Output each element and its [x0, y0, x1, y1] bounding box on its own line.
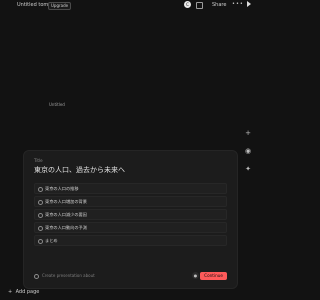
presentation-title-input[interactable]: 東京の人口、過去から未来へ	[34, 165, 227, 175]
share-button[interactable]: Share	[212, 2, 226, 8]
bullet-icon	[38, 213, 43, 218]
bullet-icon	[38, 200, 43, 205]
bullet-icon	[38, 187, 43, 192]
outline-item-label: 東京の人口増加の背景	[45, 199, 87, 204]
microphone-icon[interactable]: ●	[192, 272, 199, 279]
document-title[interactable]: Untitled tome	[17, 2, 51, 8]
right-toolbar: + ◉ ✦	[243, 128, 253, 182]
theme-icon[interactable]: ◉	[243, 146, 253, 156]
bullet-icon	[38, 226, 43, 231]
add-page-label: Add page	[15, 289, 40, 295]
panel-content: Title 東京の人口、過去から未来へ 東京の人口の推移 東京の人口増加の背景 …	[34, 158, 227, 248]
continue-button[interactable]: Continue	[200, 272, 227, 280]
prompt-row: Create presentation about ● Continue	[34, 272, 227, 281]
upgrade-badge[interactable]: Upgrade	[48, 2, 72, 10]
plus-icon: +	[8, 289, 13, 295]
sparkle-icon[interactable]: ✦	[243, 164, 253, 174]
prompt-bullet-icon	[34, 274, 39, 279]
more-options-icon[interactable]: •••	[232, 1, 244, 7]
outline-item-label: 東京の人口動向の予測	[45, 225, 87, 230]
outline-item[interactable]: 東京の人口の推移	[34, 183, 227, 194]
outline-item-label: 東京の人口の推移	[45, 186, 79, 191]
title-label: Title	[34, 158, 43, 163]
generate-panel: Title 東京の人口、過去から未来へ 東京の人口の推移 東京の人口増加の背景 …	[23, 150, 238, 289]
add-icon[interactable]: +	[243, 128, 253, 138]
profile-icon[interactable]: C	[184, 1, 191, 8]
outline-item-label: 東京の人口減少の要因	[45, 212, 87, 217]
outline-item[interactable]: 東京の人口増加の背景	[34, 196, 227, 207]
bullet-icon	[38, 239, 43, 244]
add-page-button[interactable]: + Add page	[8, 289, 39, 295]
top-bar: Untitled tome Upgrade C Share •••	[0, 0, 259, 12]
outline-item[interactable]: まとめ	[34, 235, 227, 246]
outline-item[interactable]: 東京の人口動向の予測	[34, 222, 227, 233]
outline-list: 東京の人口の推移 東京の人口増加の背景 東京の人口減少の要因 東京の人口動向の予…	[34, 183, 227, 246]
canvas-placeholder-title: Untitled	[49, 102, 65, 107]
outline-item-label: まとめ	[45, 238, 58, 243]
window-icon[interactable]	[196, 2, 203, 9]
outline-item[interactable]: 東京の人口減少の要因	[34, 209, 227, 220]
prompt-input[interactable]: Create presentation about	[42, 273, 95, 278]
play-icon[interactable]	[247, 1, 251, 7]
